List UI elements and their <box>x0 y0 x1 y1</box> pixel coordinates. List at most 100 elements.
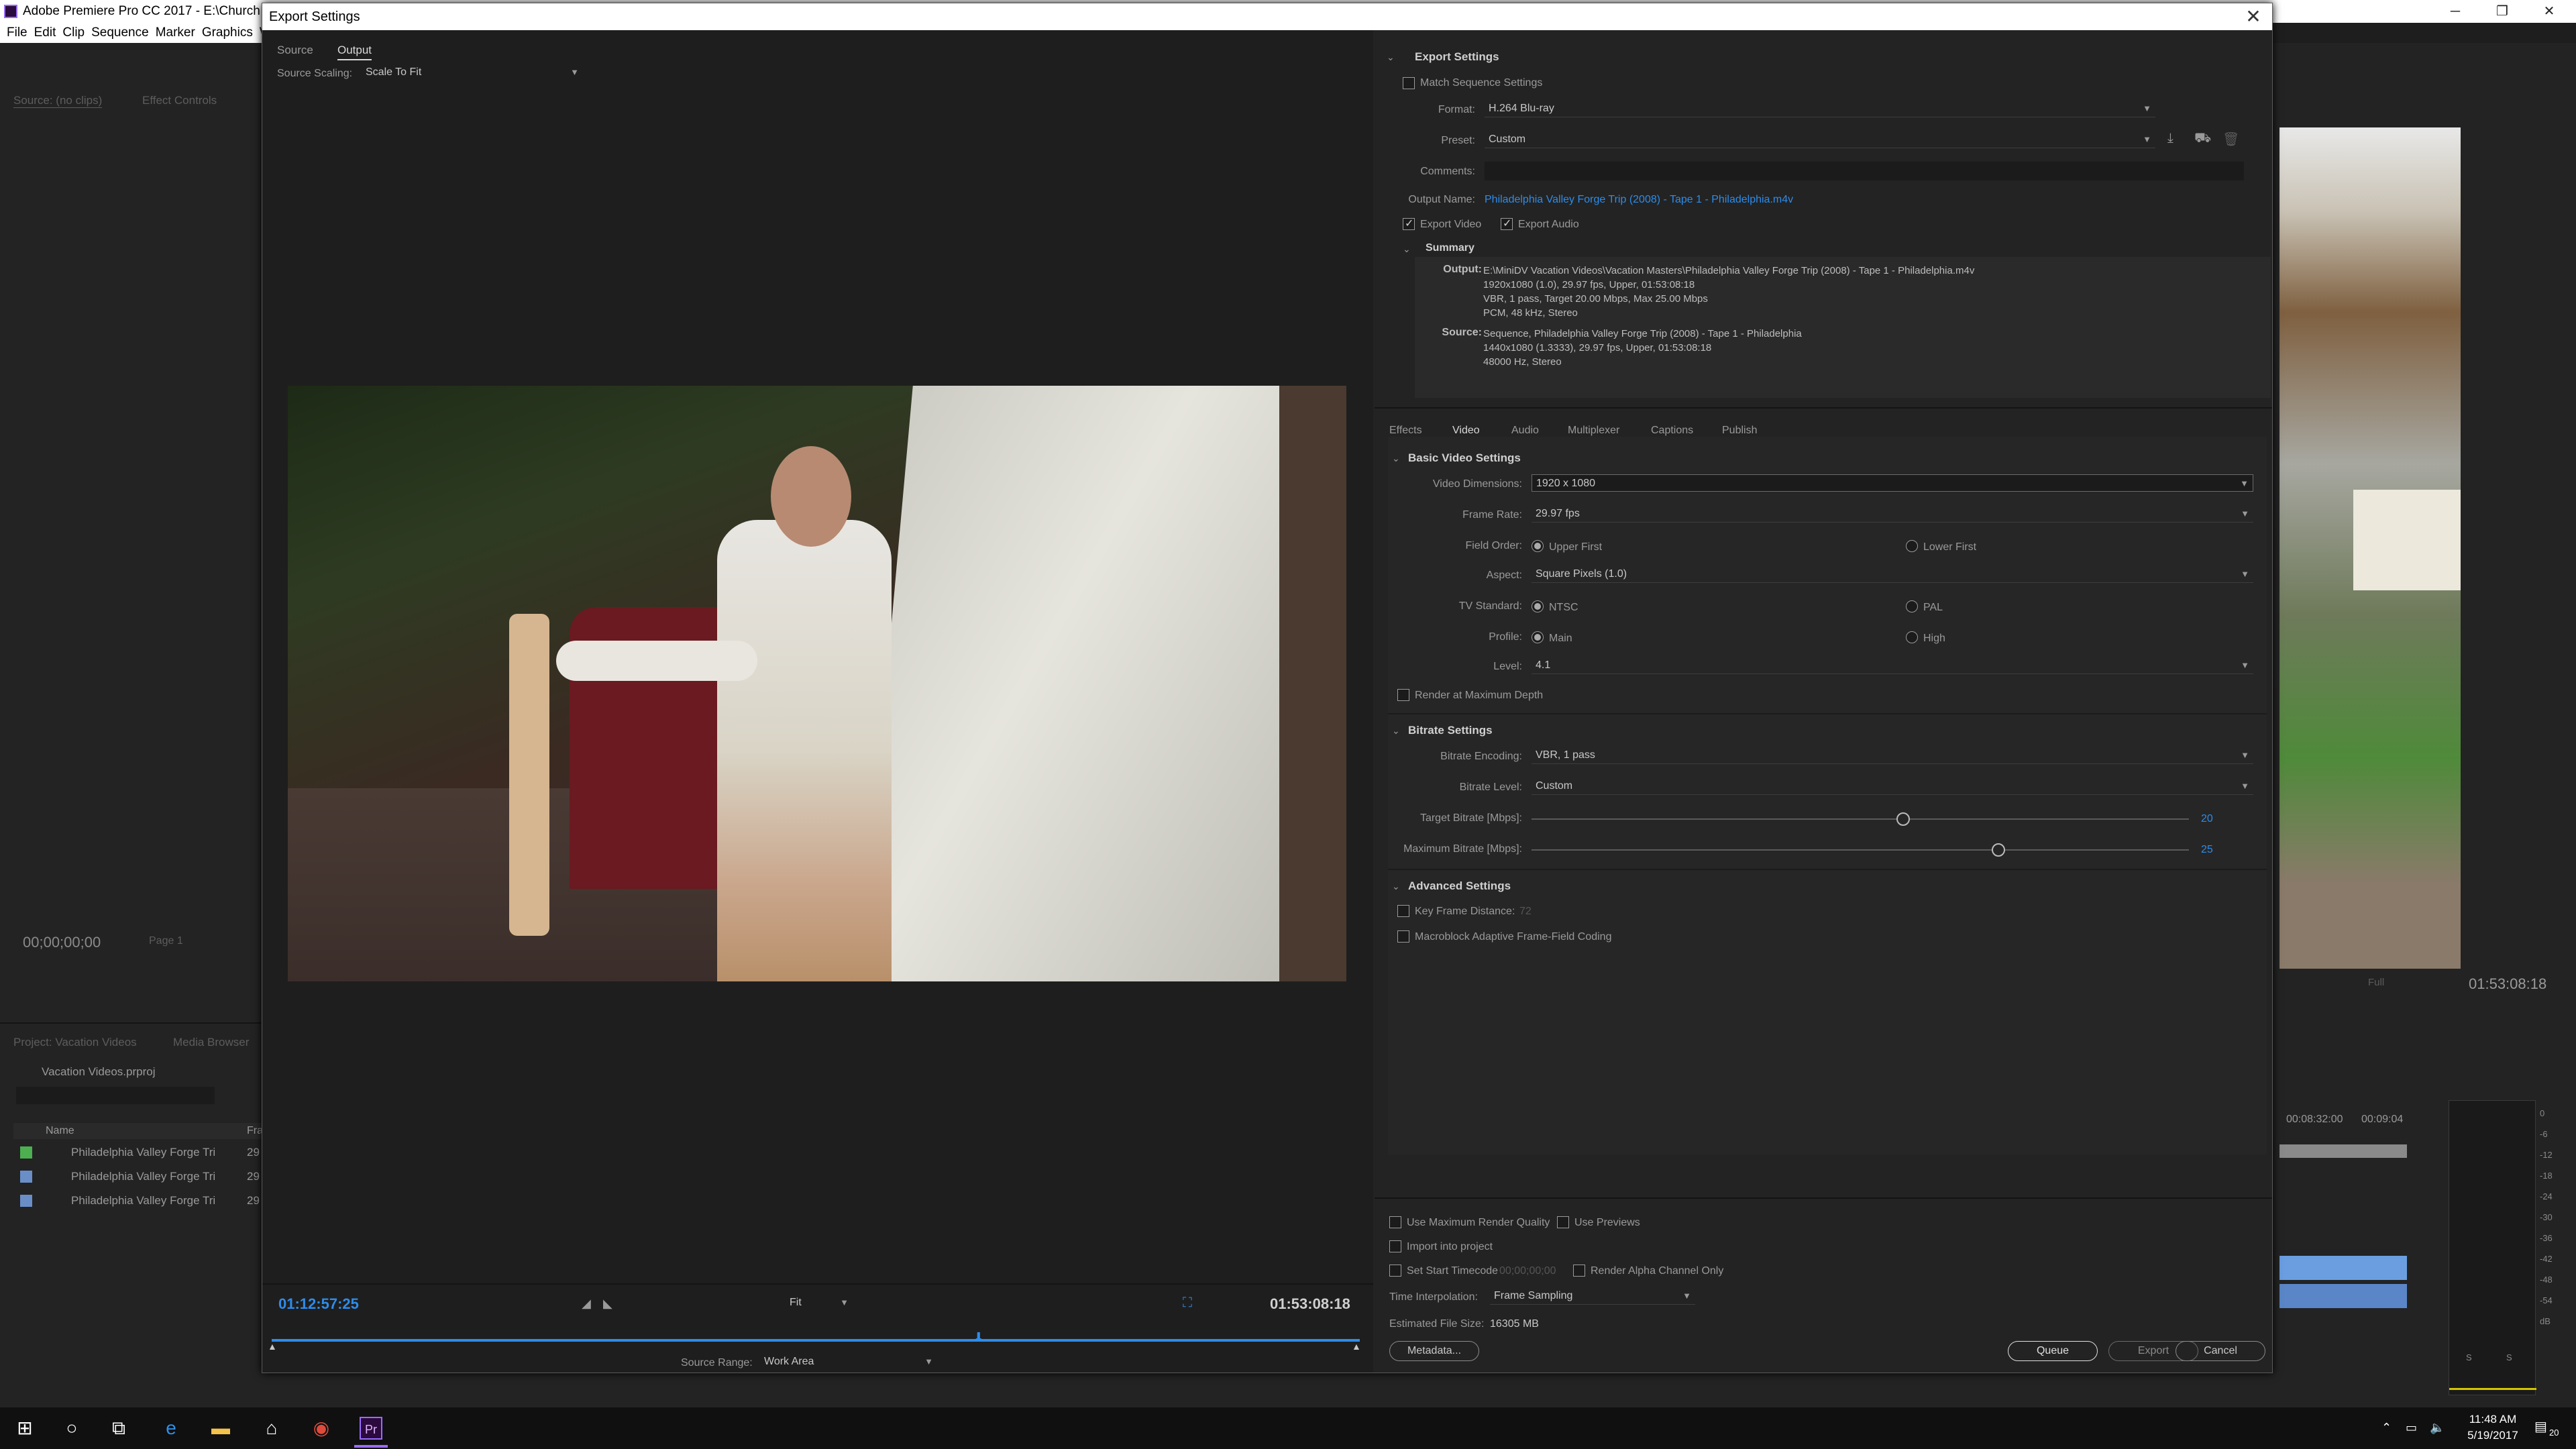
source-scaling-select[interactable]: Scale To Fit ▼ <box>362 64 583 81</box>
col-name[interactable]: Name <box>46 1125 74 1137</box>
frame-rate-select[interactable]: 29.97 fps ▼ <box>1532 505 2253 523</box>
queue-button[interactable]: Queue <box>2008 1341 2098 1361</box>
start-tc-value[interactable]: 00;00;00;00 <box>1499 1265 1556 1277</box>
aspect-select[interactable]: Square Pixels (1.0) ▼ <box>1532 566 2253 583</box>
source-range-select[interactable]: Work Area ▼ <box>760 1353 937 1371</box>
bitrate-level-select[interactable]: Custom ▼ <box>1532 777 2253 795</box>
volume-icon[interactable]: 🔈 <box>2430 1421 2445 1435</box>
aspect-correction-icon[interactable]: ⛶ <box>1183 1295 1192 1311</box>
meter-solo-right[interactable]: S <box>2506 1352 2512 1362</box>
key-frame-checkbox[interactable] <box>1397 905 1409 917</box>
menu-sequence[interactable]: Sequence <box>91 25 149 40</box>
comments-input[interactable] <box>1485 162 2244 180</box>
zoom-select[interactable]: Fit ▼ <box>786 1294 853 1311</box>
minimize-icon[interactable]: ─ <box>2435 0 2475 23</box>
profile-main-radio[interactable] <box>1532 631 1544 643</box>
level-select[interactable]: 4.1 ▼ <box>1532 657 2253 674</box>
cortana-icon[interactable]: ○ <box>60 1417 83 1440</box>
in-point-marker[interactable]: ▲ <box>268 1341 277 1352</box>
output-name-link[interactable]: Philadelphia Valley Forge Trip (2008) - … <box>1485 194 1793 206</box>
meter-solo-left[interactable]: S <box>2466 1352 2472 1362</box>
tab-audio[interactable]: Audio <box>1511 425 1539 437</box>
source-page[interactable]: Page 1 <box>149 935 183 947</box>
timeline-work-area[interactable] <box>2279 1144 2407 1158</box>
project-search-input[interactable] <box>16 1087 215 1104</box>
tv-ntsc-radio[interactable] <box>1532 600 1544 612</box>
tab-publish[interactable]: Publish <box>1722 425 1757 437</box>
collapse-icon[interactable]: ⌄ <box>1387 52 1395 63</box>
set-out-point-icon[interactable]: ◣ <box>603 1297 612 1311</box>
effect-controls-tab[interactable]: Effect Controls <box>142 94 217 107</box>
menu-clip[interactable]: Clip <box>62 25 85 40</box>
import-project-checkbox[interactable] <box>1389 1240 1401 1252</box>
tab-multiplexer[interactable]: Multiplexer <box>1568 425 1619 437</box>
media-browser-tab[interactable]: Media Browser <box>173 1036 249 1049</box>
tv-pal-radio[interactable] <box>1906 600 1918 612</box>
target-bitrate-slider[interactable] <box>1532 812 2189 826</box>
current-timecode[interactable]: 01:12:57:25 <box>278 1295 359 1313</box>
program-fit[interactable]: Full <box>2368 977 2384 988</box>
field-order-lower-radio[interactable] <box>1906 540 1918 552</box>
max-bitrate-slider[interactable] <box>1532 843 2189 857</box>
restore-icon[interactable]: ❐ <box>2482 0 2522 23</box>
chrome-icon[interactable]: ◉ <box>310 1417 333 1440</box>
bitrate-collapse-icon[interactable]: ⌄ <box>1392 725 1400 737</box>
key-frame-value[interactable]: 72 <box>1519 906 1532 918</box>
target-bitrate-value[interactable]: 20 <box>2201 813 2213 825</box>
action-center-icon[interactable]: ▤ <box>2534 1418 2547 1435</box>
edge-icon[interactable]: e <box>160 1417 182 1440</box>
metadata-button[interactable]: Metadata... <box>1389 1341 1479 1361</box>
timeline-audio-clip[interactable] <box>2279 1284 2407 1308</box>
format-select[interactable]: H.264 Blu-ray ▼ <box>1485 100 2155 117</box>
slider-thumb[interactable] <box>1991 843 2005 857</box>
store-icon[interactable]: ⌂ <box>260 1417 283 1440</box>
render-alpha-checkbox[interactable] <box>1573 1265 1585 1277</box>
time-interp-select[interactable]: Frame Sampling ▼ <box>1490 1287 1695 1305</box>
preset-select[interactable]: Custom ▼ <box>1485 131 2155 148</box>
summary-collapse-icon[interactable]: ⌄ <box>1403 244 1411 255</box>
windows-start-icon[interactable]: ⊞ <box>13 1417 36 1440</box>
use-previews-checkbox[interactable] <box>1557 1216 1569 1228</box>
use-max-render-checkbox[interactable] <box>1389 1216 1401 1228</box>
playhead-icon[interactable]: ⬇ <box>973 1330 983 1344</box>
profile-high-radio[interactable] <box>1906 631 1918 643</box>
work-area-bar[interactable] <box>272 1339 1360 1342</box>
set-in-point-icon[interactable]: ◢ <box>582 1297 591 1311</box>
max-bitrate-value[interactable]: 25 <box>2201 844 2213 856</box>
timeline-video-clip[interactable] <box>2279 1256 2407 1280</box>
match-sequence-checkbox[interactable] <box>1403 77 1415 89</box>
list-item[interactable]: Philadelphia Valley Forge Tri 29 <box>13 1189 262 1213</box>
source-panel-tab[interactable]: Source: (no clips) <box>13 94 103 108</box>
premiere-taskbar-icon[interactable]: Pr <box>360 1417 382 1440</box>
list-item[interactable]: Philadelphia Valley Forge Tri 29 <box>13 1165 262 1189</box>
tab-output[interactable]: Output <box>337 44 372 60</box>
task-view-icon[interactable]: ⧉ <box>107 1417 130 1440</box>
tray-time[interactable]: 11:48 AM <box>2459 1413 2526 1426</box>
render-max-depth-checkbox[interactable] <box>1397 689 1409 701</box>
menu-graphics[interactable]: Graphics <box>202 25 253 40</box>
menu-marker[interactable]: Marker <box>156 25 195 40</box>
close-icon[interactable]: ✕ <box>2240 3 2267 30</box>
tab-captions[interactable]: Captions <box>1651 425 1693 437</box>
menu-edit[interactable]: Edit <box>34 25 56 40</box>
project-tab[interactable]: Project: Vacation Videos <box>13 1036 137 1049</box>
col-frame-rate[interactable]: Fra <box>247 1125 263 1137</box>
advanced-collapse-icon[interactable]: ⌄ <box>1392 881 1400 892</box>
file-explorer-icon[interactable]: ▬ <box>209 1417 232 1440</box>
tray-date[interactable]: 5/19/2017 <box>2459 1429 2526 1442</box>
video-dimensions-select[interactable]: 1920 x 1080 ▼ <box>1532 474 2253 492</box>
field-order-upper-radio[interactable] <box>1532 540 1544 552</box>
export-video-checkbox[interactable] <box>1403 217 1415 230</box>
tab-source[interactable]: Source <box>277 44 313 57</box>
slider-thumb[interactable] <box>1896 812 1910 826</box>
macroblock-checkbox[interactable] <box>1397 930 1409 943</box>
basic-collapse-icon[interactable]: ⌄ <box>1392 453 1400 464</box>
tray-chevron-icon[interactable]: ⌃ <box>2381 1421 2392 1435</box>
network-icon[interactable]: ▭ <box>2406 1421 2417 1435</box>
export-audio-checkbox[interactable] <box>1501 217 1513 230</box>
delete-preset-icon[interactable]: 🗑 <box>2222 131 2239 148</box>
bitrate-encoding-select[interactable]: VBR, 1 pass ▼ <box>1532 747 2253 764</box>
time-ruler[interactable]: ▲ ▲ ⬇ <box>268 1330 1361 1352</box>
cancel-button[interactable]: Cancel <box>2176 1341 2265 1361</box>
out-point-marker[interactable]: ▲ <box>1352 1341 1361 1352</box>
